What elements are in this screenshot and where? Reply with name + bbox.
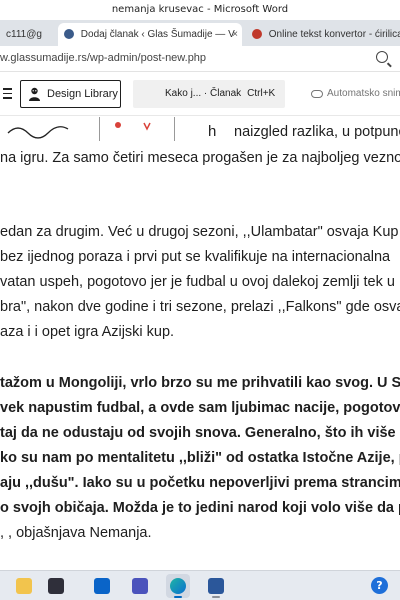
article-line: naizgled razlika, u potpunos xyxy=(234,124,400,140)
article-line: edan za drugim. Već u drugoj sezoni, ,,U… xyxy=(0,224,399,240)
word-icon xyxy=(208,578,224,594)
article-line: taj da ne odustaju od svojih snova. Gene… xyxy=(0,425,396,441)
taskbar-file-explorer[interactable] xyxy=(12,574,36,598)
help-icon[interactable]: ? xyxy=(371,577,388,594)
tab-text-converter[interactable]: Online tekst konvertor - ćirilica u xyxy=(246,23,400,46)
handwriting-image xyxy=(7,126,69,139)
command-palette-button[interactable]: Kako j... · Članak Ctrl+K xyxy=(133,80,285,108)
autosave-label: Automatsko snim xyxy=(327,88,400,99)
taskbar-store[interactable] xyxy=(44,574,68,598)
window-title: nemanja krusevac - Microsoft Word xyxy=(0,0,400,20)
image-thumb[interactable] xyxy=(100,117,175,141)
design-library-label: Design Library xyxy=(47,88,118,100)
tab-add-article[interactable]: Dodaj članak ‹ Glas Šumadije — V × xyxy=(58,23,242,46)
article-line: tažom u Mongoliji, vrlo brzo su me prihv… xyxy=(0,375,400,391)
zoom-icon[interactable] xyxy=(376,51,388,63)
edge-icon xyxy=(170,578,186,594)
command-shortcut: Ctrl+K xyxy=(247,88,276,99)
article-line: bra", nakon dve godine i tri sezone, pre… xyxy=(0,299,400,315)
open-indicator xyxy=(212,596,220,598)
store-bag-icon xyxy=(48,578,64,594)
article-line: , , objašnjava Nemanja. xyxy=(0,525,152,541)
editor-canvas[interactable]: h naizgled razlika, u potpunos na igru. … xyxy=(0,117,400,570)
tab-label: Online tekst konvertor - ćirilica u xyxy=(268,29,400,40)
article-line: bez ijednog poraza i prvi put se kvalifi… xyxy=(0,249,391,265)
taskbar-edge[interactable] xyxy=(166,574,190,598)
taskbar: ? xyxy=(0,570,400,600)
tab-close-icon[interactable]: × xyxy=(232,23,238,46)
editor-toolbar: Design Library Kako j... · Članak Ctrl+K … xyxy=(0,72,400,116)
text-fragment: h xyxy=(208,123,217,140)
article-line: aza i i opet igra Azijski kup. xyxy=(0,324,175,340)
tab-gmail[interactable]: c111@g xyxy=(0,23,52,46)
red-ornament-image xyxy=(115,122,151,131)
article-line: na igru. Za samo četiri meseca progašen … xyxy=(0,150,400,166)
tab-label: Dodaj članak ‹ Glas Šumadije — V xyxy=(80,29,235,40)
person-library-icon xyxy=(29,87,40,101)
converter-favicon-icon xyxy=(252,29,262,40)
menu-icon[interactable] xyxy=(3,88,12,102)
tab-label: c111@g xyxy=(6,29,42,40)
url-text[interactable]: w.glassumadije.rs/wp-admin/post-new.php xyxy=(0,52,206,64)
outlook-icon xyxy=(94,578,110,594)
article-line: vatan uspeh, pogotovo jer je fudbal u ov… xyxy=(0,274,395,290)
article-line: o svojh običaja. Možda je to jedini naro… xyxy=(0,500,400,516)
article-line: vek napustim fudbal, a ovde sam ljubimac… xyxy=(0,400,400,416)
command-label: Kako j... · Članak xyxy=(165,88,242,99)
image-strip xyxy=(0,117,215,141)
wordpress-favicon-icon xyxy=(64,29,74,40)
article-line: aju ,,dušu". Iako su u početku nepoverlj… xyxy=(0,475,400,491)
taskbar-word[interactable] xyxy=(204,574,228,598)
cloud-icon xyxy=(311,90,323,98)
autosave-status: Automatsko snim xyxy=(311,80,400,108)
address-bar[interactable]: w.glassumadije.rs/wp-admin/post-new.php xyxy=(0,46,400,72)
taskbar-outlook[interactable] xyxy=(90,574,114,598)
article-line: ko su nam po mentalitetu ,,bliži" od ost… xyxy=(0,450,400,466)
active-indicator xyxy=(174,596,182,598)
image-thumb[interactable] xyxy=(0,117,100,141)
taskbar-teams[interactable] xyxy=(128,574,152,598)
folder-icon xyxy=(16,578,32,594)
browser-tab-strip: c111@g Dodaj članak ‹ Glas Šumadije — V … xyxy=(0,20,400,46)
design-library-button[interactable]: Design Library xyxy=(20,80,121,108)
teams-icon xyxy=(132,578,148,594)
